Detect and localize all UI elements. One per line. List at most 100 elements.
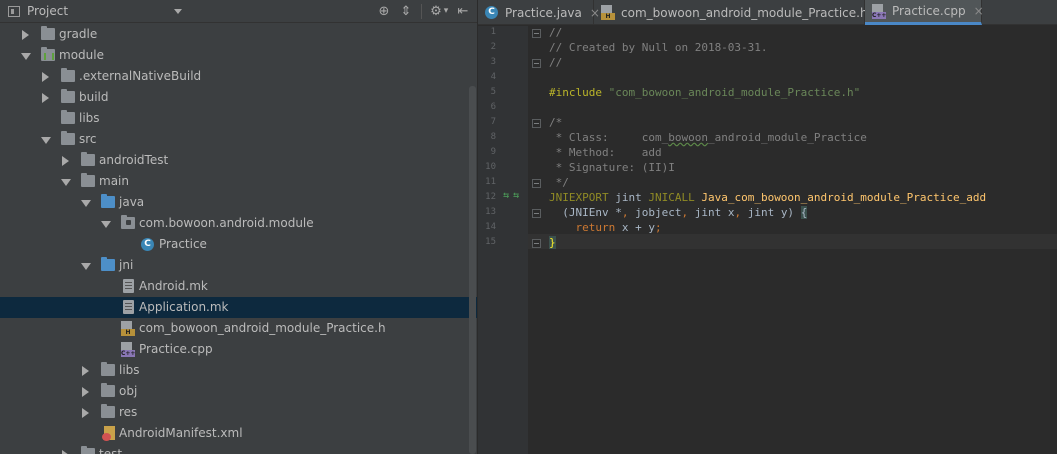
expand-arrow-icon[interactable] xyxy=(82,387,89,397)
tab-label: Practice.java xyxy=(505,5,582,20)
code-line-10: * Signature: (II)I xyxy=(549,161,675,174)
tree-item-res[interactable]: res xyxy=(0,402,468,423)
tree-item-label: libs xyxy=(119,363,140,377)
cpp-file-icon: C++ xyxy=(872,3,888,19)
tree-item-label: obj xyxy=(119,384,138,398)
fold-icon[interactable] xyxy=(532,29,541,38)
tab-label: com_bowoon_android_module_Practice.h xyxy=(621,5,868,20)
tree-item-application-mk[interactable]: Application.mk xyxy=(0,297,477,318)
tree-item-android-mk[interactable]: Android.mk xyxy=(0,276,468,297)
expand-arrow-icon[interactable] xyxy=(42,93,49,103)
expand-arrow-icon[interactable] xyxy=(82,408,89,418)
line-number: 9 xyxy=(490,147,496,157)
tree-item-gradle[interactable]: gradle xyxy=(0,24,468,45)
collapse-arrow-icon[interactable] xyxy=(81,263,91,270)
tree-item-label: src xyxy=(79,132,97,146)
tree-item-externalnativebuild[interactable]: .externalNativeBuild xyxy=(0,66,468,87)
folder-icon xyxy=(101,383,115,397)
tree-item-header-file[interactable]: H com_bowoon_android_module_Practice.h xyxy=(0,318,468,339)
tab-header-file[interactable]: H com_bowoon_android_module_Practice.h × xyxy=(594,0,886,25)
settings-dropdown-icon[interactable]: ▾ xyxy=(438,3,454,19)
collapse-arrow-icon[interactable] xyxy=(21,53,31,60)
line-number: 7 xyxy=(490,117,496,127)
tree-item-java[interactable]: java xyxy=(0,192,468,213)
expand-arrow-icon[interactable] xyxy=(22,30,29,40)
collapse-arrow-icon[interactable] xyxy=(61,179,71,186)
folder-icon xyxy=(81,446,95,454)
hide-panel-icon[interactable]: ⇤ xyxy=(455,3,471,19)
line-number: 13 xyxy=(485,207,496,217)
tree-item-jni[interactable]: jni xyxy=(0,255,468,276)
tab-practice-cpp[interactable]: C++ Practice.cpp × xyxy=(865,0,984,25)
expand-arrow-icon[interactable] xyxy=(62,450,69,454)
fold-icon[interactable] xyxy=(532,179,541,188)
tree-item-practice-cpp[interactable]: C++ Practice.cpp xyxy=(0,339,468,360)
line-number: 2 xyxy=(490,42,496,52)
tree-item-src[interactable]: src xyxy=(0,129,468,150)
tab-label: Practice.cpp xyxy=(892,4,966,18)
tree-item-androidmanifest[interactable]: AndroidManifest.xml xyxy=(0,423,468,444)
expand-arrow-icon[interactable] xyxy=(42,72,49,82)
line-number: 5 xyxy=(490,87,496,97)
folder-icon xyxy=(61,68,75,82)
fold-icon[interactable] xyxy=(532,239,541,248)
fold-icon[interactable] xyxy=(532,119,541,128)
folder-icon xyxy=(61,110,75,124)
folder-icon xyxy=(81,173,95,187)
tree-item-practice-class[interactable]: C Practice xyxy=(0,234,468,255)
line-number: 8 xyxy=(490,132,496,142)
tree-item-test[interactable]: test xyxy=(0,444,468,454)
expand-arrow-icon[interactable] xyxy=(82,366,89,376)
collapse-arrow-icon[interactable] xyxy=(81,200,91,207)
navigate-declaration-icon[interactable]: ⇆⇆ xyxy=(503,190,523,201)
code-line-1: // xyxy=(549,26,563,39)
tree-scrollbar[interactable] xyxy=(469,86,476,454)
tab-practice-java[interactable]: C Practice.java × xyxy=(478,0,600,25)
line-number: 4 xyxy=(490,72,496,82)
tree-item-label: AndroidManifest.xml xyxy=(119,426,243,440)
view-dropdown-icon[interactable] xyxy=(174,9,182,14)
tree-item-label: Practice.cpp xyxy=(139,342,213,356)
line-number: 14 xyxy=(485,222,496,232)
java-class-icon: C xyxy=(141,238,154,251)
tree-item-label: java xyxy=(119,195,145,209)
close-icon[interactable]: × xyxy=(974,4,984,18)
code-line-12: JNIEXPORT jint JNICALL Java_com_bowoon_a… xyxy=(549,191,987,204)
code-line-11: */ xyxy=(549,176,569,189)
folder-icon xyxy=(101,404,115,418)
code-line-14: return x + y; xyxy=(575,221,662,234)
editor-tab-bar: C Practice.java × H com_bowoon_android_m… xyxy=(478,0,1057,25)
tree-item-label: Android.mk xyxy=(139,279,208,293)
fold-icon[interactable] xyxy=(532,209,541,218)
line-number: 3 xyxy=(490,57,496,67)
project-panel-title[interactable]: Project xyxy=(27,4,68,18)
tree-item-build[interactable]: build xyxy=(0,87,468,108)
tree-item-libs[interactable]: libs xyxy=(0,108,468,129)
line-number: 11 xyxy=(485,177,496,187)
tree-item-main[interactable]: main xyxy=(0,171,468,192)
locate-icon[interactable]: ⊕ xyxy=(376,3,392,19)
folder-icon xyxy=(81,152,95,166)
tree-item-label: gradle xyxy=(59,27,98,41)
tree-item-package[interactable]: com.bowoon.android.module xyxy=(0,213,468,234)
tree-item-label: res xyxy=(119,405,138,419)
tree-item-label: .externalNativeBuild xyxy=(79,69,202,83)
code-line-8: * Class: com_bowoon_android_module_Pract… xyxy=(549,131,867,144)
line-number: 6 xyxy=(490,102,496,112)
collapse-arrow-icon[interactable] xyxy=(101,221,111,228)
line-number: 15 xyxy=(485,237,496,247)
collapse-arrow-icon[interactable] xyxy=(41,137,51,144)
folder-icon xyxy=(61,131,75,145)
collapse-all-icon[interactable]: ⇕ xyxy=(398,3,414,19)
tree-item-libs-main[interactable]: libs xyxy=(0,360,468,381)
tree-item-obj[interactable]: obj xyxy=(0,381,468,402)
tree-item-androidtest[interactable]: androidTest xyxy=(0,150,468,171)
code-line-7: /* xyxy=(549,116,563,129)
tree-item-module[interactable]: module xyxy=(0,45,468,66)
fold-icon[interactable] xyxy=(532,59,541,68)
module-folder-icon xyxy=(41,47,55,61)
tree-item-label: test xyxy=(99,447,123,454)
line-number: 10 xyxy=(485,162,496,172)
expand-arrow-icon[interactable] xyxy=(62,156,69,166)
line-number-gutter: 1 2 3 4 5 6 7 8 9 10 11 12 13 14 15 ⇆⇆ xyxy=(478,26,528,454)
